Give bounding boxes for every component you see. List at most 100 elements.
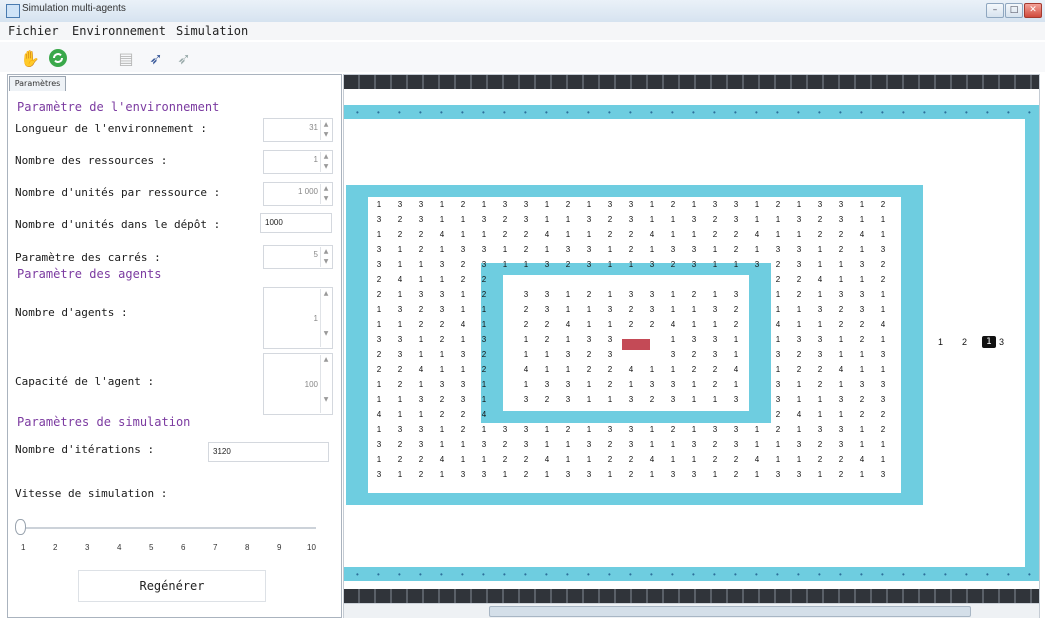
horizontal-scrollbar[interactable]: [344, 603, 1039, 618]
legend-selected[interactable]: 1: [982, 336, 996, 348]
band-marker: •: [545, 108, 548, 117]
band-marker: •: [545, 570, 548, 579]
grid-value: 1: [670, 290, 676, 299]
grid-value: 4: [628, 365, 634, 374]
grid-value: 2: [628, 305, 634, 314]
refresh-icon[interactable]: [48, 48, 68, 68]
grid-value: 2: [418, 230, 424, 239]
regenerate-button[interactable]: Regénérer: [78, 570, 266, 602]
grid-value: 2: [376, 275, 382, 284]
band-marker: •: [776, 108, 779, 117]
grid-value: 1: [796, 395, 802, 404]
grid-value: 1: [817, 320, 823, 329]
speed-tick: 3: [85, 543, 90, 552]
grid-value: 3: [544, 290, 550, 299]
grid-value: 3: [397, 200, 403, 209]
speed-tick: 10: [307, 543, 316, 552]
grid-value: 2: [670, 260, 676, 269]
band-marker: •: [692, 108, 695, 117]
grid-value: 2: [838, 455, 844, 464]
grid-value: 4: [859, 230, 865, 239]
grid-value: 4: [754, 455, 760, 464]
iterations-field[interactable]: 3120: [208, 442, 329, 462]
grid-value: 3: [796, 260, 802, 269]
grid-value: 3: [439, 260, 445, 269]
grid-value: 4: [775, 320, 781, 329]
grid-value: 1: [775, 215, 781, 224]
squares-spinner[interactable]: 5 ▲ ▼: [263, 245, 333, 269]
grid-value: 3: [565, 245, 571, 254]
grid-value: 3: [628, 440, 634, 449]
grid-value: 3: [397, 425, 403, 434]
grid-value: 1: [607, 395, 613, 404]
grid-value: 2: [670, 425, 676, 434]
grid-value: 3: [523, 395, 529, 404]
band-marker: •: [377, 570, 380, 579]
simulation-canvas[interactable]: 1 2 1 3 1 3 3 1 2 1 3 3 1 2 1 3 3 1 2 1 3 3 1 2 1 3 3 1 2 3 2 3 1 1 3 2…: [343, 74, 1040, 618]
tab-parametres[interactable]: Paramètres: [9, 76, 66, 91]
resources-spinner[interactable]: 1 ▲ ▼: [263, 150, 333, 174]
grid-value: 2: [796, 365, 802, 374]
agent-capacity-spinner[interactable]: 100 ▲ ▼: [263, 353, 333, 415]
grid-value: 1: [859, 245, 865, 254]
grid-value: 3: [460, 470, 466, 479]
grid-value: 3: [880, 245, 886, 254]
grid-value: 4: [460, 320, 466, 329]
grid-value: 1: [775, 230, 781, 239]
bird-gray-icon[interactable]: ➶: [174, 48, 194, 68]
grid-value: 3: [859, 380, 865, 389]
grid-value: 3: [565, 350, 571, 359]
grid-value: 2: [607, 440, 613, 449]
hand-icon[interactable]: ✋: [20, 48, 40, 68]
grid-value: 3: [691, 245, 697, 254]
grid-value: 2: [439, 335, 445, 344]
grid-value: 3: [691, 260, 697, 269]
maximize-button[interactable]: □: [1005, 3, 1023, 18]
grid-value: 2: [796, 350, 802, 359]
speed-slider-track[interactable]: [20, 527, 316, 529]
close-button[interactable]: ✕: [1024, 3, 1042, 18]
grid-value: 1: [838, 350, 844, 359]
bird-icon[interactable]: ➶: [146, 48, 166, 68]
grid-value: 1: [691, 380, 697, 389]
grid-value: 1: [733, 260, 739, 269]
env-length-spinner[interactable]: 31 ▲ ▼: [263, 118, 333, 142]
grid-value: 2: [586, 290, 592, 299]
grid-value: 2: [586, 350, 592, 359]
grid-value: 1: [754, 470, 760, 479]
grid-value: 2: [376, 290, 382, 299]
grid-value: 2: [733, 470, 739, 479]
band-marker: •: [1028, 108, 1031, 117]
grid-value: 2: [712, 215, 718, 224]
grid-value: 1: [544, 470, 550, 479]
grid-value: 3: [859, 305, 865, 314]
menu-environnement[interactable]: Environnement: [72, 24, 166, 38]
grid-value: 1: [838, 260, 844, 269]
band-marker: •: [881, 108, 884, 117]
speed-slider-thumb[interactable]: [15, 519, 26, 535]
grid-value: 3: [733, 200, 739, 209]
grid-value: 3: [733, 440, 739, 449]
band-marker: •: [944, 570, 947, 579]
grid-value: 1: [481, 425, 487, 434]
band-marker: •: [419, 570, 422, 579]
grid-value: 3: [817, 200, 823, 209]
agents-count-spinner[interactable]: 1 ▲ ▼: [263, 287, 333, 349]
squares-label: Paramètre des carrés :: [15, 251, 161, 264]
band-marker: •: [482, 570, 485, 579]
grid-value: 1: [397, 470, 403, 479]
grid-value: 2: [460, 200, 466, 209]
units-per-resource-spinner[interactable]: 1 000 ▲ ▼: [263, 182, 333, 206]
grid-value: 1: [376, 200, 382, 209]
scrollbar-thumb[interactable]: [489, 606, 971, 617]
speed-tick: 9: [277, 543, 282, 552]
menu-fichier[interactable]: Fichier: [8, 24, 59, 38]
grid-value: 1: [712, 260, 718, 269]
minimize-button[interactable]: –: [986, 3, 1004, 18]
grid-value: 1: [502, 470, 508, 479]
menu-simulation[interactable]: Simulation: [176, 24, 248, 38]
document-icon[interactable]: ▤: [116, 48, 136, 68]
title-bar: Simulation multi-agents – □ ✕: [0, 0, 1045, 23]
units-depot-field[interactable]: 1000: [260, 213, 332, 233]
grid-value: 2: [418, 320, 424, 329]
